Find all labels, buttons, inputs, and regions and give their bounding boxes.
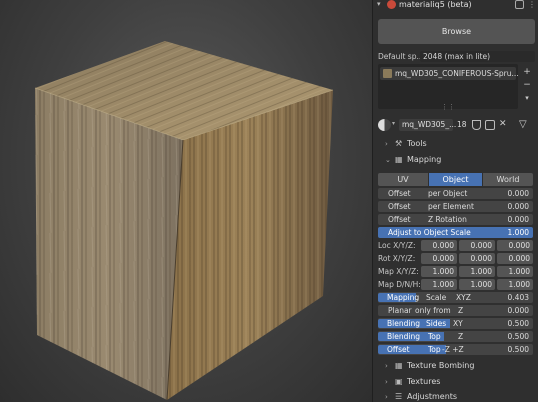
list-resize-handle-icon[interactable]: ⋮⋮: [441, 103, 455, 111]
close-icon[interactable]: ✕: [499, 118, 507, 131]
material-sphere-icon[interactable]: [378, 119, 391, 131]
chevron-right-icon: ›: [385, 140, 388, 148]
texture-bombing-icon: ▦: [395, 361, 403, 370]
tab-object[interactable]: Object: [429, 173, 482, 186]
browse-button[interactable]: Browse: [378, 19, 535, 44]
remove-material-button[interactable]: −: [521, 79, 533, 91]
section-adjustments[interactable]: › ☰ Adjustments: [385, 390, 457, 402]
material-users-count[interactable]: 18: [457, 119, 467, 131]
resolution-label: Default sp...: [378, 52, 424, 61]
planar-only-from-row[interactable]: Planar only from Z 0.000: [378, 305, 533, 316]
map-x-field[interactable]: 1.000: [421, 266, 457, 277]
3d-viewport[interactable]: [0, 0, 372, 402]
mapping-icon: ▦: [395, 155, 403, 164]
chevron-down-icon: ⌄: [385, 156, 391, 164]
material-thumbnail-icon: [383, 69, 392, 78]
chevron-right-icon: ›: [385, 362, 388, 370]
map-dnh-label: Map D/N/H:: [378, 280, 421, 289]
section-textures[interactable]: › ▣ Textures: [385, 375, 440, 389]
chevron-down-icon[interactable]: ▾: [377, 0, 385, 10]
section-texture-bombing[interactable]: › ▦ Texture Bombing: [385, 359, 474, 373]
panel-options-icon[interactable]: [515, 0, 524, 9]
adjust-to-object-scale-row[interactable]: Adjust to Object Scale 1.000: [378, 227, 533, 238]
properties-panel: ▾ materialiq5 (beta) ⋮ Browse Default sp…: [372, 0, 538, 402]
node-link-icon[interactable]: ▽: [519, 118, 527, 131]
chevron-down-icon[interactable]: ▾: [392, 120, 395, 127]
rot-label: Rot X/Y/Z:: [378, 254, 416, 263]
blending-top-row[interactable]: Blending Top Z 0.500: [378, 331, 533, 342]
offset-z-rotation-row[interactable]: Offset Z Rotation 0.000: [378, 214, 533, 225]
loc-y-field[interactable]: 0.000: [459, 240, 495, 251]
materialiq-logo-icon: [387, 0, 396, 9]
material-name-field[interactable]: mq_WD305_...: [399, 119, 456, 131]
blending-sides-row[interactable]: Blending Sides XY 0.500: [378, 318, 533, 329]
image-icon: ▣: [395, 377, 403, 386]
tab-world[interactable]: World: [483, 173, 533, 186]
rot-y-field[interactable]: 0.000: [459, 253, 495, 264]
sliders-icon: ☰: [395, 392, 403, 401]
offset-per-object-row[interactable]: Offset per Object 0.000: [378, 188, 533, 199]
chevron-down-icon[interactable]: ▾: [521, 92, 533, 104]
add-material-button[interactable]: +: [521, 66, 533, 78]
map-xyz-label: Map X/Y/Z:: [378, 267, 419, 276]
map-n-field[interactable]: 1.000: [459, 279, 495, 290]
map-d-field[interactable]: 1.000: [421, 279, 457, 290]
offset-per-element-row[interactable]: Offset per Element 0.000: [378, 201, 533, 212]
fake-user-shield-icon[interactable]: [472, 120, 481, 130]
chevron-right-icon: ›: [385, 393, 388, 401]
map-y-field[interactable]: 1.000: [459, 266, 495, 277]
resolution-select[interactable]: 2048 (max in lite): [420, 51, 535, 62]
drag-handle-icon[interactable]: ⋮: [528, 0, 536, 9]
section-mapping[interactable]: ⌄ ▦ Mapping: [385, 153, 441, 167]
loc-z-field[interactable]: 0.000: [497, 240, 533, 251]
mapping-scale-row[interactable]: Mapping Scale XYZ 0.403: [378, 292, 533, 303]
tab-uv[interactable]: UV: [378, 173, 428, 186]
material-list-item-label: mq_WD305_CONIFEROUS-Spru...: [395, 69, 519, 78]
duplicate-icon[interactable]: [485, 120, 495, 130]
wrench-icon: ⚒: [395, 139, 403, 148]
rot-x-field[interactable]: 0.000: [421, 253, 457, 264]
map-z-field[interactable]: 1.000: [497, 266, 533, 277]
offset-top-row[interactable]: Offset Top -Z +Z 0.500: [378, 344, 533, 355]
chevron-right-icon: ›: [385, 378, 388, 386]
rot-z-field[interactable]: 0.000: [497, 253, 533, 264]
loc-label: Loc X/Y/Z:: [378, 241, 416, 250]
addon-title: materialiq5 (beta): [399, 0, 472, 9]
map-h-field[interactable]: 1.000: [497, 279, 533, 290]
wooden-cube-render: [34, 41, 334, 401]
loc-x-field[interactable]: 0.000: [421, 240, 457, 251]
section-tools[interactable]: › ⚒ Tools: [385, 137, 427, 151]
